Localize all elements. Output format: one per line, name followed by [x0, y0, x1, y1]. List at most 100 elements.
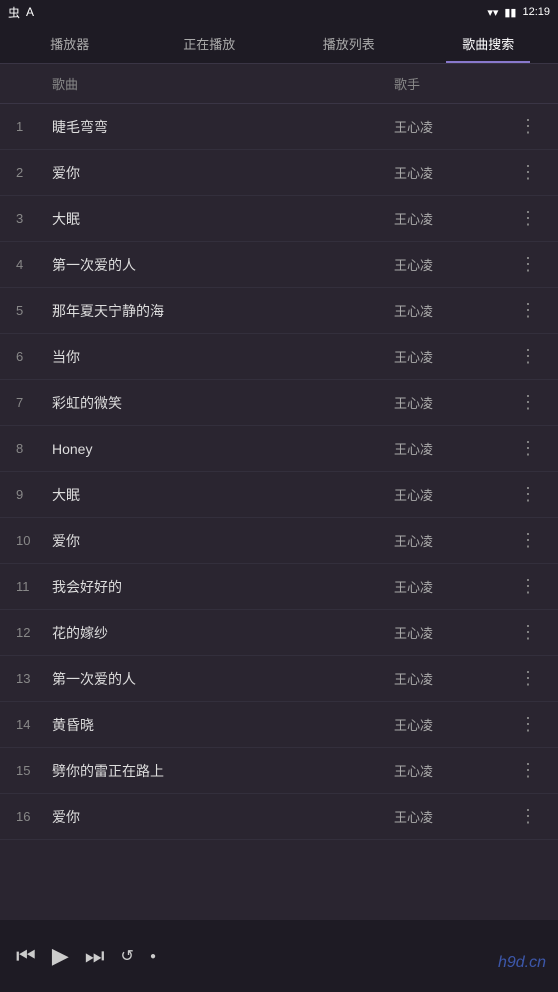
- status-time: 12:19: [522, 6, 550, 18]
- table-row[interactable]: 10 爱你 王心凌 ⋮: [0, 518, 558, 564]
- table-row[interactable]: 2 爱你 王心凌 ⋮: [0, 150, 558, 196]
- song-number: 4: [16, 257, 52, 272]
- column-headers: 歌曲 歌手: [0, 64, 558, 104]
- song-title: 当你: [52, 347, 394, 367]
- song-title: 第一次爱的人: [52, 255, 394, 275]
- song-title: 黄昏晓: [52, 715, 394, 735]
- song-title: Honey: [52, 441, 394, 457]
- song-title: 花的嫁纱: [52, 623, 394, 643]
- watermark: h9d.cn: [498, 954, 546, 972]
- song-title: 大眠: [52, 209, 394, 229]
- col-song-header: 歌曲: [52, 74, 394, 93]
- song-number: 13: [16, 671, 52, 686]
- song-title: 那年夏天宁静的海: [52, 301, 394, 321]
- tab-player[interactable]: 播放器: [0, 24, 140, 63]
- song-title: 爱你: [52, 163, 394, 183]
- song-number: 15: [16, 763, 52, 778]
- song-number: 6: [16, 349, 52, 364]
- song-artist: 王心凌: [394, 163, 514, 182]
- song-artist: 王心凌: [394, 485, 514, 504]
- status-icon-a: A: [26, 5, 34, 19]
- player-bar: ⏮ ▶ ⏭ ↺ ● h9d.cn: [0, 920, 558, 992]
- song-artist: 王心凌: [394, 807, 514, 826]
- song-title: 大眠: [52, 485, 394, 505]
- more-options-button[interactable]: ⋮: [514, 392, 542, 413]
- more-options-button[interactable]: ⋮: [514, 208, 542, 229]
- more-options-button[interactable]: ⋮: [514, 576, 542, 597]
- song-title: 睫毛弯弯: [52, 117, 394, 137]
- table-row[interactable]: 8 Honey 王心凌 ⋮: [0, 426, 558, 472]
- battery-icon: ▮▮: [504, 6, 516, 19]
- more-options-button[interactable]: ⋮: [514, 438, 542, 459]
- play-button[interactable]: ▶: [52, 943, 69, 969]
- wifi-icon: ▾▾: [487, 6, 498, 19]
- song-number: 16: [16, 809, 52, 824]
- song-number: 7: [16, 395, 52, 410]
- table-row[interactable]: 1 睫毛弯弯 王心凌 ⋮: [0, 104, 558, 150]
- col-artist-header: 歌手: [394, 74, 514, 93]
- col-num-spacer: [16, 74, 52, 93]
- status-bar: 虫 A ▾▾ ▮▮ 12:19: [0, 0, 558, 24]
- song-number: 8: [16, 441, 52, 456]
- table-row[interactable]: 6 当你 王心凌 ⋮: [0, 334, 558, 380]
- table-row[interactable]: 16 爱你 王心凌 ⋮: [0, 794, 558, 840]
- table-row[interactable]: 7 彩虹的微笑 王心凌 ⋮: [0, 380, 558, 426]
- song-artist: 王心凌: [394, 255, 514, 274]
- table-row[interactable]: 15 劈你的雷正在路上 王心凌 ⋮: [0, 748, 558, 794]
- song-number: 9: [16, 487, 52, 502]
- more-options-button[interactable]: ⋮: [514, 714, 542, 735]
- song-number: 11: [16, 579, 52, 594]
- more-options-button[interactable]: ⋮: [514, 760, 542, 781]
- song-artist: 王心凌: [394, 715, 514, 734]
- prev-button[interactable]: ⏮: [16, 943, 36, 969]
- player-controls: ⏮ ▶ ⏭ ↺ ●: [16, 943, 156, 969]
- more-options-button[interactable]: ⋮: [514, 806, 542, 827]
- more-options-button[interactable]: ⋮: [514, 162, 542, 183]
- more-options-button[interactable]: ⋮: [514, 254, 542, 275]
- table-row[interactable]: 12 花的嫁纱 王心凌 ⋮: [0, 610, 558, 656]
- song-artist: 王心凌: [394, 531, 514, 550]
- tab-playlist[interactable]: 播放列表: [279, 24, 419, 63]
- song-number: 12: [16, 625, 52, 640]
- song-number: 10: [16, 533, 52, 548]
- more-options-button[interactable]: ⋮: [514, 346, 542, 367]
- song-artist: 王心凌: [394, 577, 514, 596]
- song-title: 爱你: [52, 531, 394, 551]
- song-number: 14: [16, 717, 52, 732]
- table-row[interactable]: 9 大眠 王心凌 ⋮: [0, 472, 558, 518]
- progress-dot: ●: [150, 951, 156, 962]
- song-title: 彩虹的微笑: [52, 393, 394, 413]
- tab-search[interactable]: 歌曲搜索: [419, 24, 558, 63]
- table-row[interactable]: 13 第一次爱的人 王心凌 ⋮: [0, 656, 558, 702]
- table-row[interactable]: 11 我会好好的 王心凌 ⋮: [0, 564, 558, 610]
- song-artist: 王心凌: [394, 117, 514, 136]
- more-options-button[interactable]: ⋮: [514, 622, 542, 643]
- song-title: 我会好好的: [52, 577, 394, 597]
- more-options-button[interactable]: ⋮: [514, 484, 542, 505]
- song-artist: 王心凌: [394, 669, 514, 688]
- song-number: 5: [16, 303, 52, 318]
- table-row[interactable]: 3 大眠 王心凌 ⋮: [0, 196, 558, 242]
- song-artist: 王心凌: [394, 393, 514, 412]
- song-title: 爱你: [52, 807, 394, 827]
- more-options-button[interactable]: ⋮: [514, 668, 542, 689]
- table-row[interactable]: 14 黄昏晓 王心凌 ⋮: [0, 702, 558, 748]
- repeat-button[interactable]: ↺: [121, 946, 134, 966]
- tab-nowplaying[interactable]: 正在播放: [140, 24, 280, 63]
- song-number: 2: [16, 165, 52, 180]
- song-artist: 王心凌: [394, 209, 514, 228]
- more-options-button[interactable]: ⋮: [514, 300, 542, 321]
- table-row[interactable]: 4 第一次爱的人 王心凌 ⋮: [0, 242, 558, 288]
- next-button[interactable]: ⏭: [85, 943, 105, 969]
- col-more-spacer: [514, 74, 542, 93]
- song-number: 3: [16, 211, 52, 226]
- more-options-button[interactable]: ⋮: [514, 530, 542, 551]
- status-right: ▾▾ ▮▮ 12:19: [487, 6, 550, 19]
- song-title: 劈你的雷正在路上: [52, 761, 394, 781]
- table-row[interactable]: 5 那年夏天宁静的海 王心凌 ⋮: [0, 288, 558, 334]
- song-list: 1 睫毛弯弯 王心凌 ⋮ 2 爱你 王心凌 ⋮ 3 大眠 王心凌 ⋮ 4 第一次…: [0, 104, 558, 916]
- song-artist: 王心凌: [394, 301, 514, 320]
- status-left: 虫 A: [8, 4, 34, 21]
- song-artist: 王心凌: [394, 347, 514, 366]
- more-options-button[interactable]: ⋮: [514, 116, 542, 137]
